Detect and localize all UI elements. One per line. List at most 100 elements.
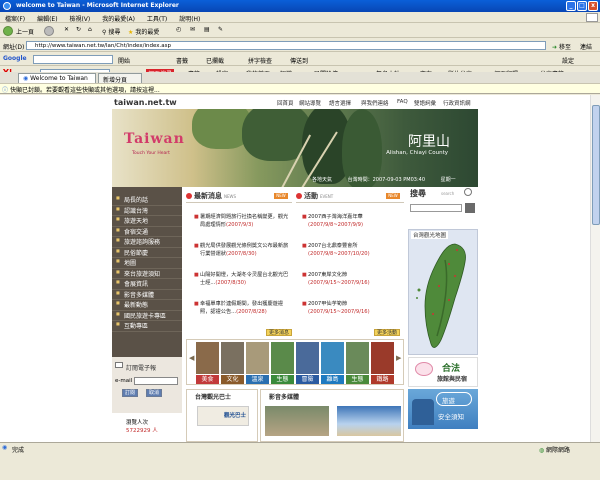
window-title-bar[interactable]: welcome to Taiwan - Microsoft Internet E… <box>0 0 600 12</box>
history-icon[interactable]: ◴ <box>176 26 181 33</box>
menu-tools[interactable]: 工具(T) <box>142 12 172 23</box>
news-item[interactable]: ■ 暑期經濟問題旅行社換名稱變更，觀光局處理情形(2007/9/3) <box>194 213 290 229</box>
menu-favorites[interactable]: 我的最愛(A) <box>97 12 140 23</box>
category-strip: ◀ 美食 文化 溫泉 生態 冒險 離島 生態 鐵路 ▶ <box>186 339 404 385</box>
site-search-input[interactable] <box>410 204 462 212</box>
taiwan-map[interactable]: 台灣觀光地圖 <box>408 229 478 355</box>
maximize-button[interactable]: □ <box>577 1 587 11</box>
category-islands[interactable]: 離島 <box>321 342 344 384</box>
minimize-button[interactable]: _ <box>566 1 576 11</box>
topnav-home[interactable]: 回首頁 <box>277 99 294 107</box>
mail-icon[interactable]: ✉ <box>190 26 195 33</box>
leftnav-latest[interactable]: 最新動態 <box>112 300 182 311</box>
category-ecology-2[interactable]: 生態 <box>346 342 369 384</box>
search-icon: ⚲ <box>102 29 107 36</box>
leftnav-multimedia[interactable]: 影音多媒體 <box>112 290 182 300</box>
topnav-language[interactable]: 語言選擇 <box>329 99 351 107</box>
more-news-button[interactable]: 更多消息 <box>266 329 293 336</box>
news-item[interactable]: ■ 觀光局供發展觀光條例獎文公布最新旅行業營運狀(2007/8/30) <box>194 242 290 258</box>
chevron-left-icon[interactable]: ◀ <box>189 354 195 368</box>
news-item[interactable]: ■ 幸福單車於連假期間，發出獲慶遊證照，認證公告...(2007/8/28) <box>194 300 290 316</box>
topnav-admin[interactable]: 行政資訊網 <box>443 99 471 107</box>
menu-edit[interactable]: 編輯(E) <box>32 12 62 23</box>
google-toolbar: Google 開始 書籤 已攔截 拼字檢查 傳送到 設定 <box>0 53 600 66</box>
back-button[interactable]: 上一頁 <box>16 27 34 36</box>
epaper-title: 訂閱電子報 <box>126 365 157 372</box>
leftnav-travel[interactable]: 旅遊天地 <box>112 216 182 227</box>
menu-help[interactable]: 說明(H) <box>174 12 205 23</box>
leftnav-lodging[interactable]: 食宿交通 <box>112 227 182 237</box>
google-go-button[interactable]: 開始 <box>118 56 130 65</box>
leftnav-festivals[interactable]: 民俗節慶 <box>112 248 182 258</box>
category-ecology[interactable]: 生態 <box>271 342 294 384</box>
address-label: 網址(D) <box>3 44 25 51</box>
leftnav-interactive[interactable]: 互動專區 <box>112 321 182 332</box>
vertical-scrollbar[interactable] <box>590 95 600 442</box>
multimedia-box: 影音多媒體 <box>260 389 404 442</box>
back-arrow-icon[interactable] <box>3 26 13 36</box>
event-item[interactable]: ■ 2007西子灣海洋嘉年華 (2007/9/8~2007/9/9) <box>302 213 404 229</box>
media-thumbnail[interactable] <box>265 406 329 436</box>
send-to-button[interactable]: 傳送到 <box>290 56 308 65</box>
menu-view[interactable]: 檢視(V) <box>64 12 95 23</box>
scrollbar-thumb[interactable] <box>592 105 600 225</box>
chevron-right-icon[interactable]: ▶ <box>396 354 402 368</box>
home-icon[interactable]: ⌂ <box>88 26 92 33</box>
event-item[interactable]: ■ 2007甲仙芋筍節 (2007/9/15~2007/9/16) <box>302 300 404 316</box>
category-culture[interactable]: 文化 <box>221 342 244 384</box>
subscribe-button[interactable]: 訂閱 <box>122 389 139 397</box>
topnav-faq[interactable]: FAQ <box>397 99 408 105</box>
weather-link[interactable]: 各地天氣 <box>312 177 332 183</box>
status-bar: ◉ 完成 ◍ 網際網路 <box>0 442 600 454</box>
travel-safety-banner[interactable]: 旅遊 安全須知 <box>408 389 478 429</box>
edit-icon[interactable]: ✎ <box>218 26 223 33</box>
topnav-contact[interactable]: 與我們連絡 <box>361 99 389 107</box>
links-button[interactable]: 連結 <box>580 42 592 51</box>
media-thumbnail[interactable] <box>337 406 401 436</box>
legal-hotel-banner[interactable]: 合法 旅館與民宿 <box>408 357 478 387</box>
category-hotspring[interactable]: 溫泉 <box>246 342 269 384</box>
tourist-bus-box[interactable]: 台灣觀光巴士 觀光巴士 <box>186 389 258 442</box>
more-events-button[interactable]: 更多活動 <box>374 329 401 336</box>
stop-icon[interactable]: ✕ <box>64 26 69 33</box>
tab-welcome-to-taiwan[interactable]: ◉ Welcome to Taiwan <box>18 73 96 83</box>
topnav-glossary[interactable]: 雙語詞彙 <box>414 99 436 107</box>
menu-file[interactable]: 檔案(F) <box>0 12 30 23</box>
go-button[interactable]: ➜ 移至 <box>552 42 571 51</box>
site-logo[interactable]: taiwan.net.tw <box>114 98 177 107</box>
tab-new[interactable]: 新增分頁 <box>98 73 142 84</box>
google-bookmarks-button[interactable]: 書籤 <box>176 56 188 65</box>
forward-arrow-icon[interactable] <box>44 26 54 36</box>
event-item[interactable]: ■ 2007台北鼎泰豐會所 (2007/9/8~2007/10/20) <box>302 242 404 258</box>
hero-banner: Taiwan Touch Your Heart 阿里山 Alishan, Chi… <box>112 109 478 187</box>
google-settings-button[interactable]: 設定 <box>562 56 574 65</box>
unsubscribe-button[interactable]: 取消 <box>146 389 163 397</box>
refresh-icon[interactable]: ↻ <box>76 26 81 33</box>
leftnav-map[interactable]: 地圖 <box>112 258 182 269</box>
leftnav-travel-card[interactable]: 國民旅遊卡專區 <box>112 311 182 321</box>
spellcheck-button[interactable]: 拼字檢查 <box>248 56 272 65</box>
search-button[interactable]: ⚲ 搜尋 <box>102 27 120 36</box>
site-search-button[interactable] <box>465 203 475 213</box>
leftnav-know-taiwan[interactable]: 認識台灣 <box>112 206 182 216</box>
leftnav-director[interactable]: 局長的話 <box>112 195 182 206</box>
leftnav-travel-notes[interactable]: 來台旅遊須知 <box>112 269 182 279</box>
leftnav-mice[interactable]: 會展資訊 <box>112 279 182 290</box>
address-input[interactable]: http://www.taiwan.net.tw/lan/Cht/index/i… <box>26 41 546 50</box>
category-railway[interactable]: 鐵路 <box>371 342 394 384</box>
page-done-icon: ◉ <box>2 444 8 451</box>
close-button[interactable]: x <box>588 1 598 11</box>
media-title: 影音多媒體 <box>269 394 300 401</box>
favorites-button[interactable]: ★ 我的最愛 <box>128 27 159 36</box>
leftnav-consult[interactable]: 旅遊諮詢服務 <box>112 237 182 248</box>
event-item[interactable]: ■ 2007東岸文化節 (2007/9/15~2007/9/16) <box>302 271 404 287</box>
google-search-input[interactable] <box>33 55 113 64</box>
category-adventure[interactable]: 冒險 <box>296 342 319 384</box>
email-field[interactable] <box>134 377 178 385</box>
popup-blocked-button[interactable]: 已攔截 <box>206 56 224 65</box>
topnav-sitemap[interactable]: 網站導覽 <box>299 99 321 107</box>
popup-blocked-infobar[interactable]: ⓘ 快顯已封鎖。若要觀看這些快顯或其他選項，請按這裡... <box>0 84 600 94</box>
news-item[interactable]: ■ 山陽好開燈，大湖冬令灵屋台北觀光巴士經...(2007/8/30) <box>194 271 290 287</box>
print-icon[interactable]: ▤ <box>204 26 210 33</box>
category-food[interactable]: 美食 <box>196 342 219 384</box>
